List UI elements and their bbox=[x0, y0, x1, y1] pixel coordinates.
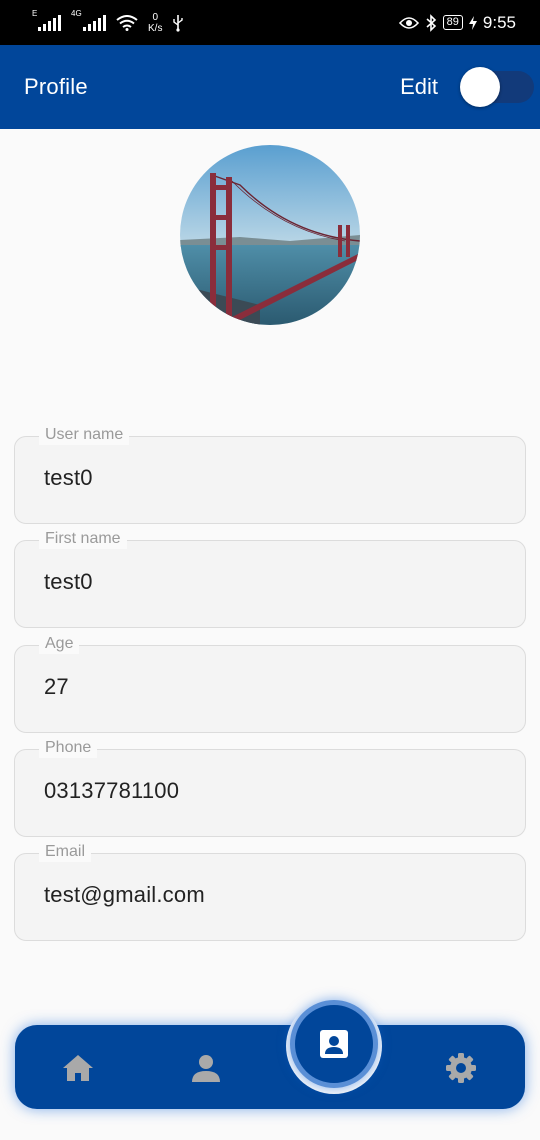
field-label: Age bbox=[39, 634, 80, 654]
network-speed-value: 0 bbox=[152, 11, 158, 23]
edit-label: Edit bbox=[400, 74, 438, 99]
field-value: 03137781100 bbox=[44, 778, 180, 803]
field-value: test0 bbox=[44, 465, 93, 490]
field-label: Email bbox=[39, 842, 92, 862]
status-bar: E 4G 0 K/s 89 9:55 bbox=[0, 0, 540, 45]
sim1-signal-icon: E bbox=[32, 9, 61, 31]
sim2-network-type: 4G bbox=[71, 8, 82, 18]
person-icon bbox=[192, 1055, 220, 1082]
gear-icon bbox=[446, 1053, 476, 1083]
first-name-field[interactable]: First name test0 bbox=[14, 529, 526, 628]
age-field[interactable]: Age 27 bbox=[14, 634, 526, 733]
field-value: 27 bbox=[44, 674, 69, 699]
username-field[interactable]: User name test0 bbox=[14, 425, 526, 524]
battery-level: 89 bbox=[446, 16, 459, 28]
golden-gate-bridge-photo bbox=[180, 145, 360, 325]
sim1-network-type: E bbox=[32, 8, 38, 18]
contact-card-icon bbox=[320, 1030, 348, 1058]
nav-contact-card[interactable] bbox=[290, 1000, 378, 1088]
battery-icon: 89 bbox=[442, 15, 463, 30]
network-speed: 0 K/s bbox=[148, 12, 162, 34]
edit-toggle[interactable] bbox=[460, 63, 534, 111]
clock: 9:55 bbox=[482, 12, 516, 32]
nav-settings[interactable] bbox=[443, 1050, 479, 1086]
nav-profile[interactable] bbox=[188, 1050, 224, 1086]
field-label: Phone bbox=[39, 738, 98, 758]
email-field[interactable]: Email test@gmail.com bbox=[14, 842, 526, 941]
phone-field[interactable]: Phone 03137781100 bbox=[14, 738, 526, 837]
wifi-icon bbox=[116, 14, 138, 31]
bluetooth-icon bbox=[426, 13, 436, 32]
charging-icon bbox=[468, 15, 477, 30]
field-label: User name bbox=[39, 425, 130, 445]
field-value: test@gmail.com bbox=[44, 882, 205, 907]
edit-toggle-thumb bbox=[460, 67, 500, 107]
field-label: First name bbox=[39, 529, 127, 549]
app-bar: Profile Edit bbox=[0, 45, 540, 129]
network-speed-unit: K/s bbox=[148, 22, 163, 34]
page-title: Profile bbox=[24, 74, 88, 99]
nav-home[interactable] bbox=[60, 1050, 96, 1086]
usb-icon bbox=[173, 14, 184, 32]
eye-icon bbox=[398, 16, 419, 29]
field-value: test0 bbox=[44, 569, 93, 594]
sim2-signal-icon: 4G bbox=[71, 9, 106, 31]
avatar[interactable] bbox=[180, 145, 360, 325]
home-icon bbox=[63, 1055, 93, 1081]
